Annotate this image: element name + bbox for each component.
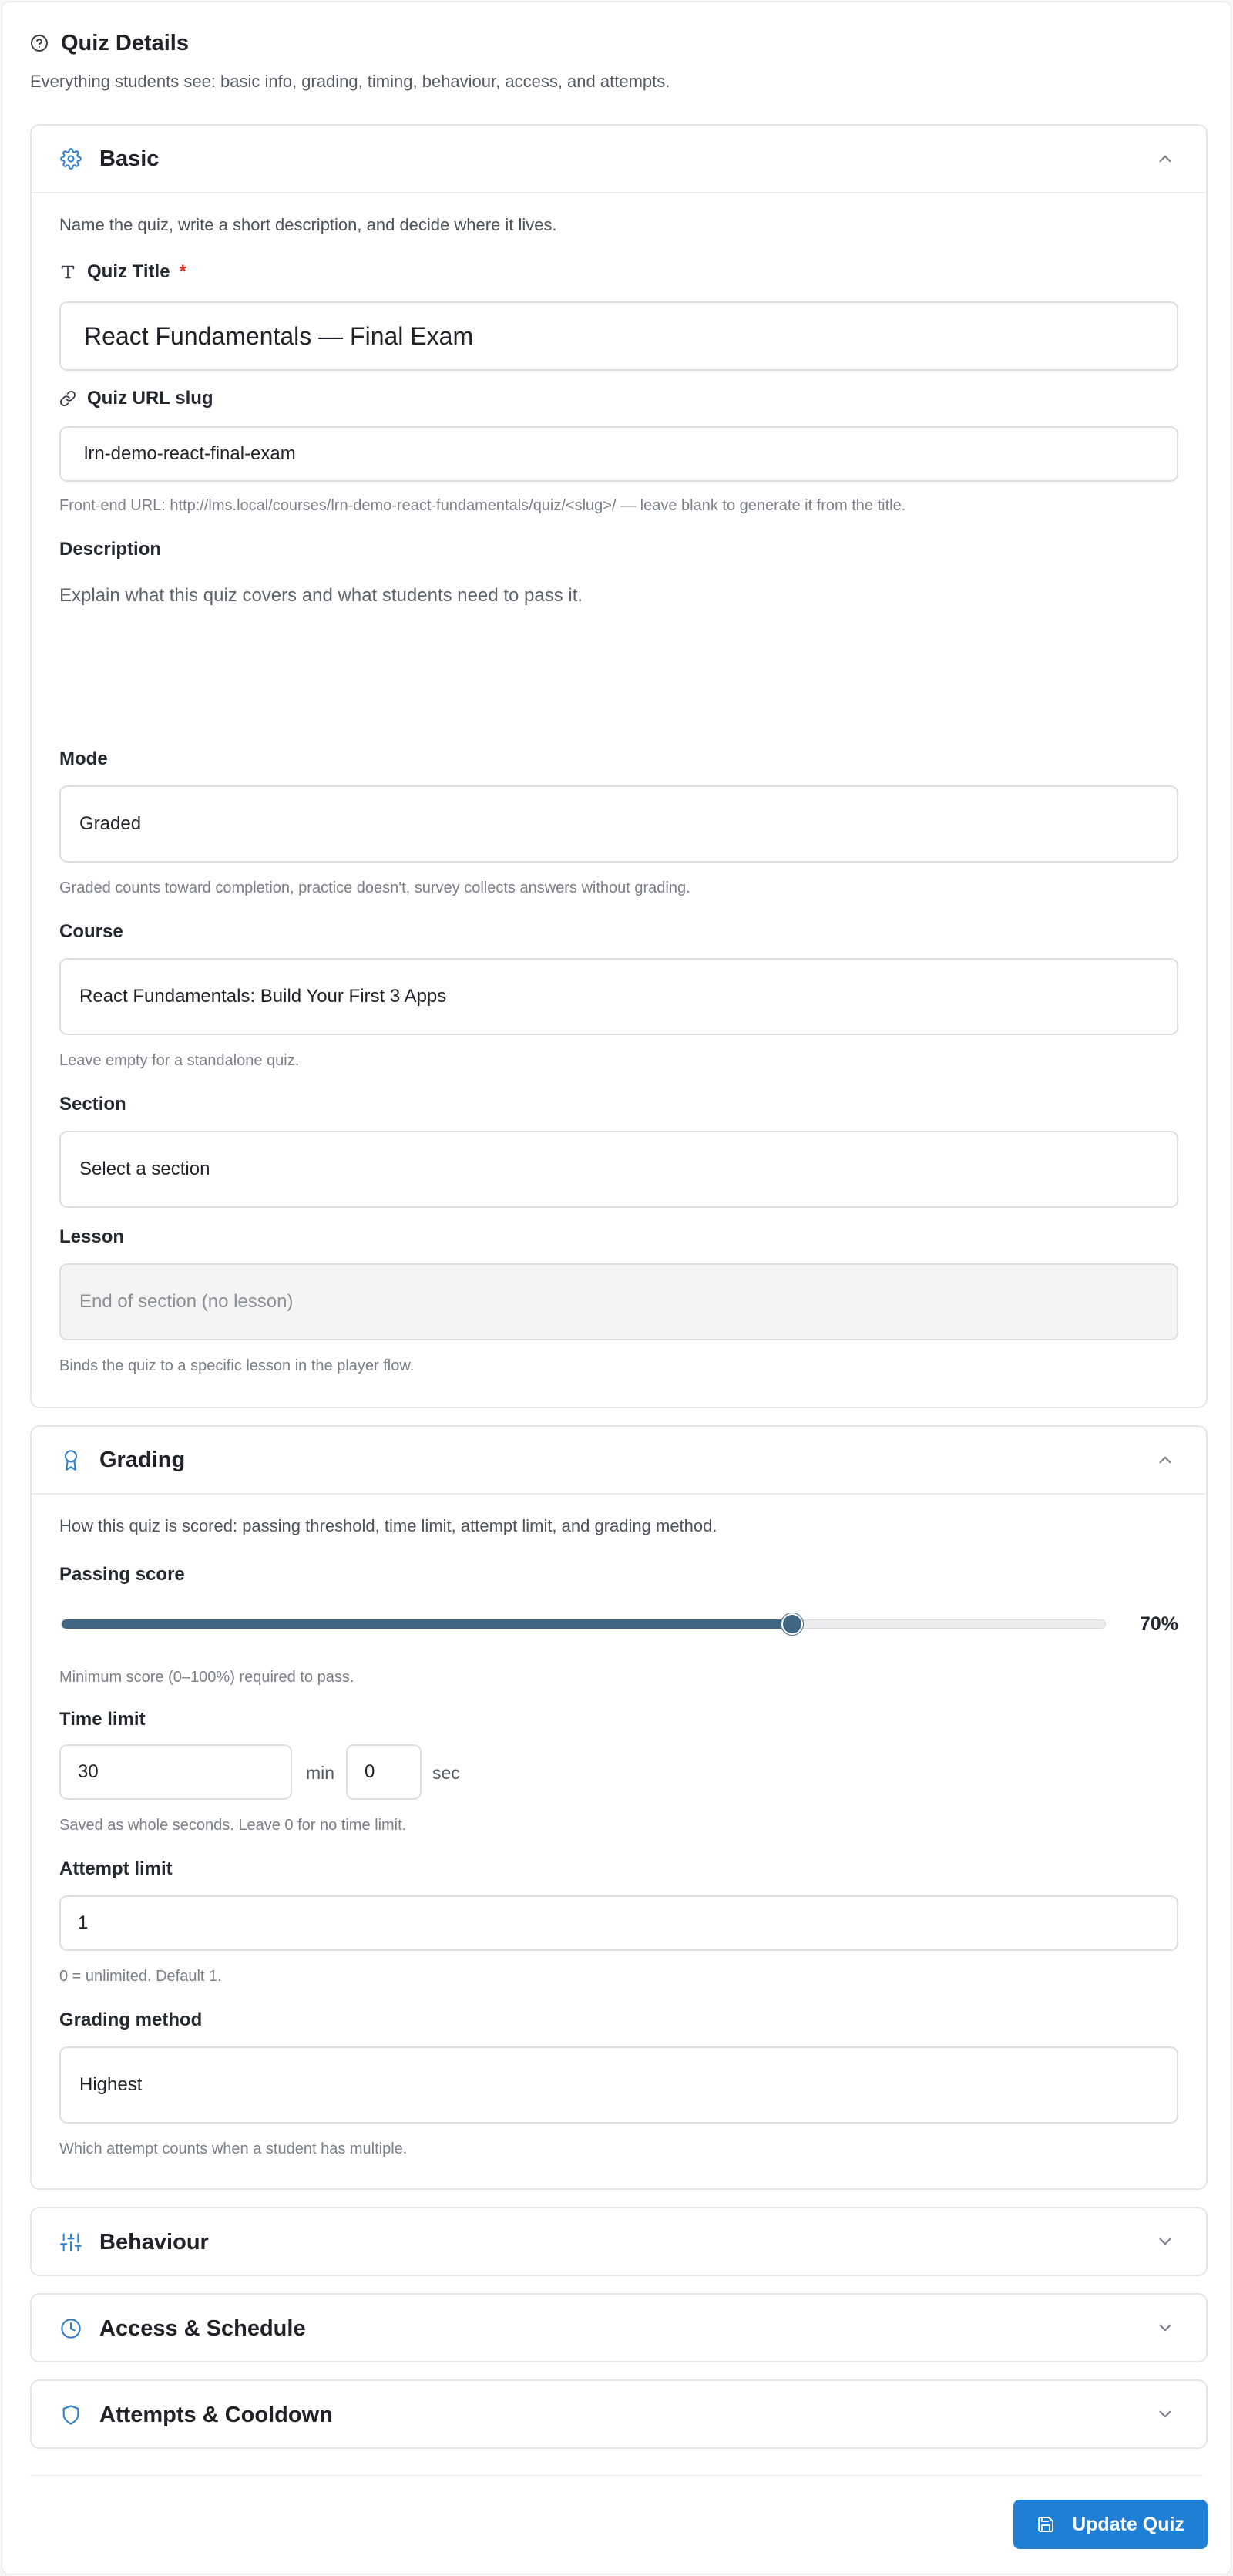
basic-intro: Name the quiz, write a short description… — [59, 215, 557, 234]
page-title: Quiz Details — [61, 30, 189, 55]
award-icon — [59, 1448, 82, 1471]
quiz-title-input[interactable]: React Fundamentals — Final Exam — [59, 301, 1178, 371]
slider-thumb[interactable] — [781, 1613, 803, 1635]
access-schedule-section[interactable]: Access & Schedule — [30, 2293, 1208, 2362]
section-select[interactable]: Select a section — [59, 1131, 1178, 1208]
page-subtitle: Everything students see: basic info, gra… — [30, 72, 670, 91]
basic-section: Basic Name the quiz, write a short descr… — [30, 124, 1208, 1408]
grading-section-body: How this quiz is scored: passing thresho… — [32, 1495, 1206, 2188]
behaviour-section[interactable]: Behaviour — [30, 2207, 1208, 2276]
basic-section-title: Basic — [99, 146, 160, 171]
time-seconds-input[interactable]: 0 — [346, 1744, 422, 1800]
seconds-unit: sec — [432, 1763, 460, 1783]
gear-icon — [59, 147, 82, 170]
grading-method-value: Highest — [79, 2074, 143, 2095]
access-schedule-section-header[interactable]: Access & Schedule — [32, 2295, 1206, 2361]
chevron-down-icon[interactable] — [1155, 2318, 1175, 2338]
quiz-title-label-text: Quiz Title — [87, 261, 170, 282]
attempt-limit-input[interactable]: 1 — [59, 1895, 1178, 1951]
section-label: Section — [59, 1094, 126, 1115]
chevron-up-icon[interactable] — [1155, 1450, 1175, 1470]
grading-section-header[interactable]: Grading — [32, 1427, 1206, 1495]
clock-icon — [59, 2317, 82, 2340]
shield-icon — [59, 2403, 82, 2426]
slug-value: lrn-demo-react-final-exam — [84, 443, 296, 464]
sliders-icon — [59, 2231, 82, 2254]
save-icon — [1036, 2514, 1057, 2534]
slug-help: Front-end URL: http://lms.local/courses/… — [59, 497, 906, 514]
grading-intro: How this quiz is scored: passing thresho… — [59, 1516, 717, 1535]
slug-input[interactable]: lrn-demo-react-final-exam — [59, 426, 1178, 482]
quiz-details-panel: Quiz Details Everything students see: ba… — [2, 2, 1231, 2574]
attempts-cooldown-section-header[interactable]: Attempts & Cooldown — [32, 2381, 1206, 2447]
minutes-unit: min — [306, 1763, 335, 1783]
chevron-down-icon[interactable] — [1155, 2231, 1175, 2251]
course-help: Leave empty for a standalone quiz. — [59, 1052, 300, 1069]
text-type-icon — [59, 264, 76, 281]
basic-section-header[interactable]: Basic — [32, 126, 1206, 193]
grading-method-select[interactable]: Highest — [59, 2046, 1178, 2124]
page-title-row: Quiz Details — [30, 30, 1203, 56]
attempt-limit-value: 1 — [78, 1912, 89, 1933]
lesson-label: Lesson — [59, 1226, 125, 1247]
slug-label: Quiz URL slug — [59, 388, 213, 409]
time-limit-help: Saved as whole seconds. Leave 0 for no t… — [59, 1817, 407, 1834]
required-marker: * — [179, 261, 186, 282]
passing-score-slider[interactable] — [61, 1613, 1106, 1635]
grading-method-label: Grading method — [59, 2009, 203, 2030]
lesson-value: End of section (no lesson) — [79, 1291, 294, 1312]
attempt-limit-help: 0 = unlimited. Default 1. — [59, 1968, 222, 1985]
time-minutes-input[interactable]: 30 — [59, 1744, 292, 1800]
lesson-help: Binds the quiz to a specific lesson in t… — [59, 1357, 415, 1374]
description-editor[interactable]: Explain what this quiz covers and what s… — [59, 585, 583, 607]
course-label: Course — [59, 921, 123, 942]
slug-label-text: Quiz URL slug — [87, 388, 213, 409]
quiz-title-value: React Fundamentals — Final Exam — [84, 321, 474, 350]
passing-score-help: Minimum score (0–100%) required to pass. — [59, 1669, 354, 1686]
basic-section-body: Name the quiz, write a short description… — [32, 193, 1206, 1407]
update-quiz-button[interactable]: Update Quiz — [1013, 2500, 1208, 2549]
access-schedule-section-title: Access & Schedule — [99, 2315, 306, 2341]
passing-score-value: 70% — [1139, 1613, 1178, 1635]
description-label: Description — [59, 539, 162, 560]
attempts-cooldown-section-title: Attempts & Cooldown — [99, 2402, 333, 2427]
mode-select[interactable]: Graded — [59, 785, 1178, 863]
grading-section: Grading How this quiz is scored: passing… — [30, 1425, 1208, 2190]
lesson-select: End of section (no lesson) — [59, 1263, 1178, 1340]
help-circle-icon — [30, 33, 50, 53]
chevron-up-icon[interactable] — [1155, 149, 1175, 169]
time-seconds-value: 0 — [365, 1761, 375, 1782]
section-value: Select a section — [79, 1159, 210, 1179]
mode-help: Graded counts toward completion, practic… — [59, 879, 690, 896]
grading-section-title: Grading — [99, 1447, 186, 1472]
mode-value: Graded — [79, 813, 142, 834]
behaviour-section-header[interactable]: Behaviour — [32, 2208, 1206, 2275]
attempts-cooldown-section[interactable]: Attempts & Cooldown — [30, 2379, 1208, 2449]
mode-label: Mode — [59, 748, 108, 769]
attempt-limit-label: Attempt limit — [59, 1858, 173, 1879]
link-icon — [59, 390, 76, 407]
behaviour-section-title: Behaviour — [99, 2229, 209, 2255]
time-minutes-value: 30 — [78, 1761, 99, 1782]
chevron-down-icon[interactable] — [1155, 2404, 1175, 2424]
footer-divider — [30, 2475, 1203, 2476]
time-limit-label: Time limit — [59, 1709, 146, 1730]
passing-score-label: Passing score — [59, 1564, 185, 1585]
slider-fill — [62, 1619, 792, 1629]
grading-method-help: Which attempt counts when a student has … — [59, 2141, 408, 2157]
course-select[interactable]: React Fundamentals: Build Your First 3 A… — [59, 958, 1178, 1035]
quiz-title-label: Quiz Title * — [59, 261, 186, 283]
update-quiz-label: Update Quiz — [1072, 2513, 1184, 2535]
course-value: React Fundamentals: Build Your First 3 A… — [79, 986, 447, 1007]
page-header: Quiz Details Everything students see: ba… — [30, 30, 1203, 92]
